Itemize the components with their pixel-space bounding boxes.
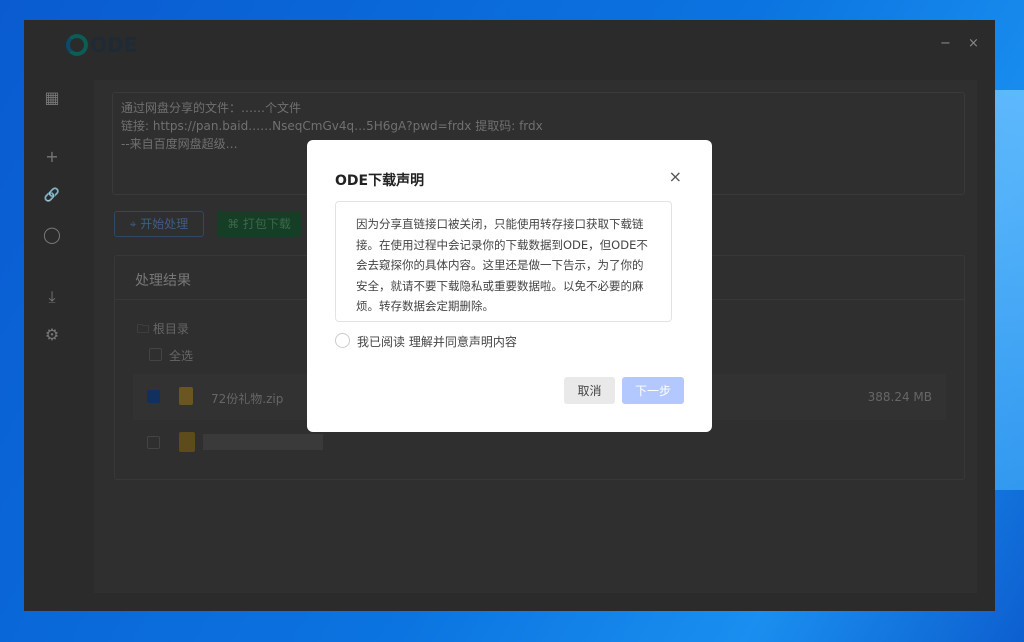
download-disclaimer-dialog: ODE下载声明 × 因为分享直链接口被关闭，只能使用转存接口获取下载链接。在使用… bbox=[307, 140, 712, 432]
dialog-title: ODE下载声明 bbox=[335, 173, 425, 189]
pack-download-button[interactable]: ⌘ 打包下载 bbox=[217, 211, 301, 237]
sidebar-item-add[interactable]: + bbox=[40, 145, 64, 169]
sidebar-item-download[interactable]: ⤓ bbox=[40, 285, 64, 309]
file-checkbox[interactable] bbox=[147, 436, 160, 449]
folder-icon bbox=[179, 432, 195, 452]
cancel-button[interactable]: 取消 bbox=[564, 377, 615, 404]
close-window-button[interactable]: × bbox=[968, 36, 979, 51]
sidebar-item-link[interactable]: 🔗 bbox=[40, 184, 64, 208]
file-checkbox[interactable] bbox=[147, 390, 160, 403]
file-size: 388.24 MB bbox=[867, 390, 932, 404]
zip-file-icon bbox=[179, 387, 193, 405]
next-step-button[interactable]: 下一步 bbox=[622, 377, 684, 404]
sidebar: ▦ + 🔗 ◯ ⤓ ⚙ bbox=[24, 78, 80, 611]
blurred-name bbox=[203, 434, 323, 450]
logo: ODE bbox=[66, 33, 137, 57]
minimize-button[interactable]: − bbox=[940, 36, 951, 51]
select-all-checkbox[interactable] bbox=[149, 348, 162, 361]
start-process-button[interactable]: ⌖ 开始处理 bbox=[114, 211, 204, 237]
sidebar-item-settings[interactable]: ⚙ bbox=[40, 323, 64, 347]
desktop-light bbox=[995, 90, 1024, 490]
input-line: 通过网盘分享的文件：……个文件 bbox=[121, 101, 302, 115]
select-all-label: 全选 bbox=[169, 349, 194, 363]
close-icon[interactable]: × bbox=[669, 167, 682, 186]
sidebar-item-user[interactable]: ◯ bbox=[40, 223, 64, 247]
agree-label[interactable]: 我已阅读 理解并同意声明内容 bbox=[357, 333, 517, 350]
file-name: 72份礼物.zip bbox=[211, 392, 284, 406]
disclaimer-text: 因为分享直链接口被关闭，只能使用转存接口获取下载链接。在使用过程中会记录你的下载… bbox=[335, 201, 672, 322]
sidebar-item-grid[interactable]: ▦ bbox=[40, 86, 64, 110]
logo-ring-icon bbox=[66, 34, 88, 56]
logo-text: ODE bbox=[90, 33, 138, 57]
input-line: 链接: https://pan.baid……NseqCmGv4q…5H6gA?p… bbox=[121, 119, 543, 133]
root-folder[interactable]: 🗀 根目录 bbox=[137, 320, 189, 341]
agree-radio[interactable] bbox=[335, 333, 350, 348]
